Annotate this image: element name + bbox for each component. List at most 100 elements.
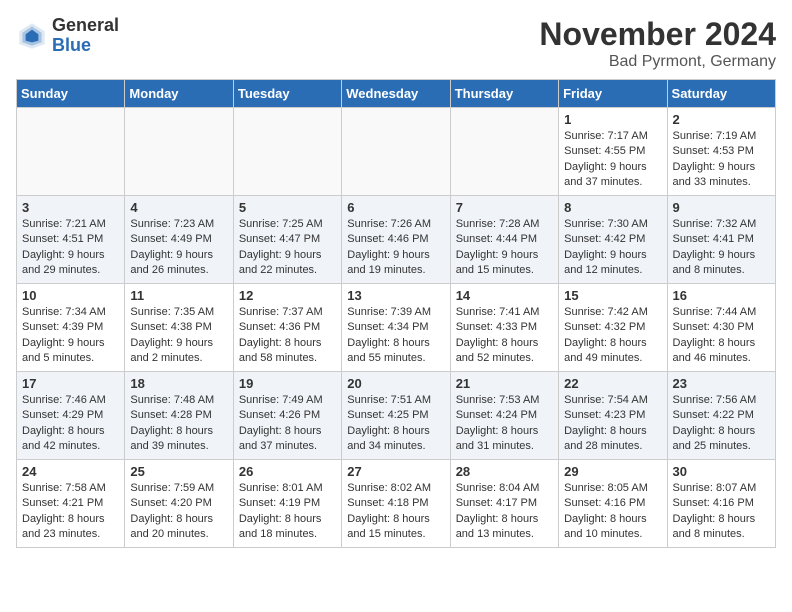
logo-icon (16, 20, 48, 52)
calendar-cell: 27 Sunrise: 8:02 AM Sunset: 4:18 PM Dayli… (342, 460, 450, 548)
day-info: Sunrise: 8:07 AM Sunset: 4:16 PM Dayligh… (673, 481, 770, 543)
calendar-cell: 12 Sunrise: 7:37 AM Sunset: 4:36 PM Dayli… (233, 284, 341, 372)
day-number: 11 (130, 288, 227, 303)
day-number: 9 (673, 200, 770, 215)
day-number: 3 (22, 200, 119, 215)
calendar-cell: 26Sunrise: 8:01 AM Sunset: 4:19 PM Dayli… (233, 460, 341, 548)
day-info: Sunrise: 7:58 AM Sunset: 4:21 PM Dayligh… (22, 481, 119, 543)
calendar-week-row: 1 Sunrise: 7:17 AM Sunset: 4:55 PM Daylig… (17, 108, 776, 196)
day-info: Sunrise: 7:37 AM Sunset: 4:36 PM Dayligh… (239, 305, 336, 367)
day-info: Sunrise: 7:35 AM Sunset: 4:38 PM Dayligh… (130, 305, 227, 367)
day-info: Sunrise: 7:30 AM Sunset: 4:42 PM Dayligh… (564, 217, 661, 279)
calendar-cell: 14 Sunrise: 7:41 AM Sunset: 4:33 PM Dayli… (450, 284, 558, 372)
logo-text: General Blue (52, 16, 119, 56)
day-info: Sunrise: 8:04 AM Sunset: 4:17 PM Dayligh… (456, 481, 553, 543)
logo-general: General (52, 15, 119, 35)
calendar-week-row: 10 Sunrise: 7:34 AM Sunset: 4:39 PM Dayli… (17, 284, 776, 372)
day-number: 29 (564, 464, 661, 479)
day-number: 13 (347, 288, 444, 303)
day-number: 30 (673, 464, 770, 479)
calendar-cell: 16 Sunrise: 7:44 AM Sunset: 4:30 PM Dayli… (667, 284, 775, 372)
day-number: 7 (456, 200, 553, 215)
calendar-cell: 21 Sunrise: 7:53 AM Sunset: 4:24 PM Dayli… (450, 372, 558, 460)
column-header-friday: Friday (559, 80, 667, 108)
calendar-cell: 18Sunrise: 7:48 AM Sunset: 4:28 PM Dayli… (125, 372, 233, 460)
calendar-cell (450, 108, 558, 196)
column-header-monday: Monday (125, 80, 233, 108)
day-number: 28 (456, 464, 553, 479)
calendar-week-row: 24 Sunrise: 7:58 AM Sunset: 4:21 PM Dayli… (17, 460, 776, 548)
day-number: 19 (239, 376, 336, 391)
day-number: 5 (239, 200, 336, 215)
day-info: Sunrise: 7:28 AM Sunset: 4:44 PM Dayligh… (456, 217, 553, 279)
calendar-cell: 17Sunrise: 7:46 AM Sunset: 4:29 PM Dayli… (17, 372, 125, 460)
day-number: 16 (673, 288, 770, 303)
logo-blue: Blue (52, 35, 91, 55)
calendar-cell: 2 Sunrise: 7:19 AM Sunset: 4:53 PM Daylig… (667, 108, 775, 196)
calendar-cell (233, 108, 341, 196)
day-info: Sunrise: 7:32 AM Sunset: 4:41 PM Dayligh… (673, 217, 770, 279)
day-info: Sunrise: 7:44 AM Sunset: 4:30 PM Dayligh… (673, 305, 770, 367)
day-info: Sunrise: 7:48 AM Sunset: 4:28 PM Dayligh… (130, 393, 227, 455)
calendar-cell: 6Sunrise: 7:26 AM Sunset: 4:46 PM Daylig… (342, 196, 450, 284)
day-info: Sunrise: 7:54 AM Sunset: 4:23 PM Dayligh… (564, 393, 661, 455)
day-number: 1 (564, 112, 661, 127)
day-info: Sunrise: 7:41 AM Sunset: 4:33 PM Dayligh… (456, 305, 553, 367)
day-number: 2 (673, 112, 770, 127)
calendar-cell: 7 Sunrise: 7:28 AM Sunset: 4:44 PM Daylig… (450, 196, 558, 284)
calendar-cell: 11 Sunrise: 7:35 AM Sunset: 4:38 PM Dayli… (125, 284, 233, 372)
calendar-cell: 13 Sunrise: 7:39 AM Sunset: 4:34 PM Dayli… (342, 284, 450, 372)
day-number: 24 (22, 464, 119, 479)
calendar-cell: 19Sunrise: 7:49 AM Sunset: 4:26 PM Dayli… (233, 372, 341, 460)
day-number: 21 (456, 376, 553, 391)
calendar-cell: 24 Sunrise: 7:58 AM Sunset: 4:21 PM Dayli… (17, 460, 125, 548)
day-info: Sunrise: 7:59 AM Sunset: 4:20 PM Dayligh… (130, 481, 227, 543)
column-header-saturday: Saturday (667, 80, 775, 108)
day-number: 25 (130, 464, 227, 479)
calendar-cell: 8 Sunrise: 7:30 AM Sunset: 4:42 PM Daylig… (559, 196, 667, 284)
calendar-cell: 25 Sunrise: 7:59 AM Sunset: 4:20 PM Dayli… (125, 460, 233, 548)
day-info: Sunrise: 7:17 AM Sunset: 4:55 PM Dayligh… (564, 129, 661, 191)
calendar-cell: 20 Sunrise: 7:51 AM Sunset: 4:25 PM Dayli… (342, 372, 450, 460)
day-number: 12 (239, 288, 336, 303)
calendar-week-row: 17Sunrise: 7:46 AM Sunset: 4:29 PM Dayli… (17, 372, 776, 460)
day-number: 4 (130, 200, 227, 215)
day-info: Sunrise: 7:23 AM Sunset: 4:49 PM Dayligh… (130, 217, 227, 279)
day-number: 15 (564, 288, 661, 303)
day-number: 20 (347, 376, 444, 391)
calendar-cell: 10 Sunrise: 7:34 AM Sunset: 4:39 PM Dayli… (17, 284, 125, 372)
column-header-wednesday: Wednesday (342, 80, 450, 108)
day-info: Sunrise: 8:05 AM Sunset: 4:16 PM Dayligh… (564, 481, 661, 543)
day-info: Sunrise: 7:25 AM Sunset: 4:47 PM Dayligh… (239, 217, 336, 279)
column-header-thursday: Thursday (450, 80, 558, 108)
day-number: 6 (347, 200, 444, 215)
day-info: Sunrise: 7:34 AM Sunset: 4:39 PM Dayligh… (22, 305, 119, 367)
calendar-cell: 1 Sunrise: 7:17 AM Sunset: 4:55 PM Daylig… (559, 108, 667, 196)
day-info: Sunrise: 7:53 AM Sunset: 4:24 PM Dayligh… (456, 393, 553, 455)
column-header-tuesday: Tuesday (233, 80, 341, 108)
calendar-cell: 3 Sunrise: 7:21 AM Sunset: 4:51 PM Daylig… (17, 196, 125, 284)
day-number: 23 (673, 376, 770, 391)
calendar-cell: 28 Sunrise: 8:04 AM Sunset: 4:17 PM Dayli… (450, 460, 558, 548)
day-info: Sunrise: 8:02 AM Sunset: 4:18 PM Dayligh… (347, 481, 444, 543)
calendar-week-row: 3 Sunrise: 7:21 AM Sunset: 4:51 PM Daylig… (17, 196, 776, 284)
location: Bad Pyrmont, Germany (539, 53, 776, 71)
day-info: Sunrise: 7:19 AM Sunset: 4:53 PM Dayligh… (673, 129, 770, 191)
day-number: 8 (564, 200, 661, 215)
day-info: Sunrise: 7:51 AM Sunset: 4:25 PM Dayligh… (347, 393, 444, 455)
calendar-cell: 4 Sunrise: 7:23 AM Sunset: 4:49 PM Daylig… (125, 196, 233, 284)
title-section: November 2024 Bad Pyrmont, Germany (539, 16, 776, 71)
day-number: 10 (22, 288, 119, 303)
day-info: Sunrise: 7:21 AM Sunset: 4:51 PM Dayligh… (22, 217, 119, 279)
day-number: 17 (22, 376, 119, 391)
day-number: 27 (347, 464, 444, 479)
day-number: 14 (456, 288, 553, 303)
day-info: Sunrise: 7:42 AM Sunset: 4:32 PM Dayligh… (564, 305, 661, 367)
calendar-cell: 29 Sunrise: 8:05 AM Sunset: 4:16 PM Dayli… (559, 460, 667, 548)
day-info: Sunrise: 7:39 AM Sunset: 4:34 PM Dayligh… (347, 305, 444, 367)
calendar-cell (125, 108, 233, 196)
calendar-cell: 22 Sunrise: 7:54 AM Sunset: 4:23 PM Dayli… (559, 372, 667, 460)
calendar-header-row: SundayMondayTuesdayWednesdayThursdayFrid… (17, 80, 776, 108)
day-number: 22 (564, 376, 661, 391)
day-info: Sunrise: 7:56 AM Sunset: 4:22 PM Dayligh… (673, 393, 770, 455)
